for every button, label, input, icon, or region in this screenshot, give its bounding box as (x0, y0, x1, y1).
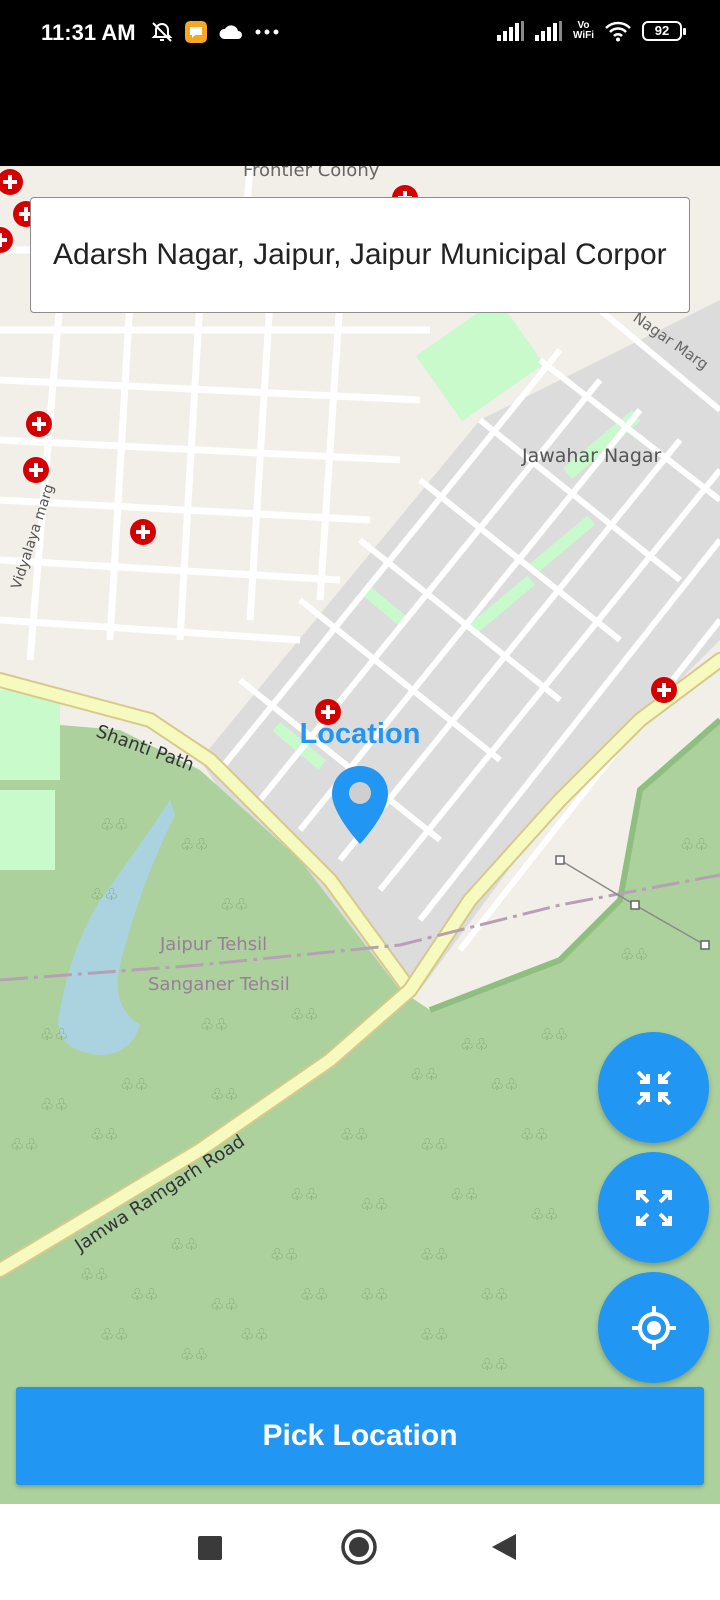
my-location-button[interactable] (598, 1272, 709, 1383)
svg-text:♧♧: ♧♧ (240, 1325, 269, 1344)
home-circle-icon[interactable] (340, 1528, 378, 1566)
svg-text:♧♧: ♧♧ (460, 1035, 489, 1054)
svg-text:♧♧: ♧♧ (220, 895, 249, 914)
battery-icon: 92 (642, 21, 686, 41)
svg-text:♧♧: ♧♧ (100, 1325, 129, 1344)
svg-text:♧♧: ♧♧ (680, 835, 709, 854)
map-label-frontier-colony: Frontier Colony (243, 166, 380, 181)
collapse-icon (636, 1070, 671, 1105)
map-label-jaipur-tehsil: Jaipur Tehsil (159, 934, 267, 955)
more-dots-icon (255, 29, 279, 35)
svg-text:♧♧: ♧♧ (40, 1095, 69, 1114)
svg-text:♧♧: ♧♧ (100, 815, 129, 834)
signal-icon (496, 21, 524, 41)
alarm-off-icon (151, 22, 173, 42)
svg-text:♧♧: ♧♧ (200, 1015, 229, 1034)
svg-text:♧♧: ♧♧ (80, 1265, 109, 1284)
message-notification-icon (185, 21, 207, 43)
svg-text:♧♧: ♧♧ (530, 1205, 559, 1224)
map-label-jawahar-nagar: Jawahar Nagar (521, 445, 662, 467)
map-pin-icon[interactable] (330, 764, 390, 846)
my-location-icon (631, 1305, 676, 1350)
svg-text:♧♧: ♧♧ (620, 945, 649, 964)
svg-text:♧♧: ♧♧ (180, 1345, 209, 1364)
svg-text:♧♧: ♧♧ (40, 1025, 69, 1044)
svg-text:♧♧: ♧♧ (180, 835, 209, 854)
svg-text:♧♧: ♧♧ (420, 1245, 449, 1264)
svg-text:♧♧: ♧♧ (210, 1295, 239, 1314)
svg-text:♧♧: ♧♧ (480, 1355, 509, 1374)
vowifi-line2: WiFi (572, 30, 594, 41)
status-time: 11:31 AM (41, 20, 136, 45)
svg-text:♧♧: ♧♧ (540, 1025, 569, 1044)
svg-text:♧♧: ♧♧ (410, 1065, 439, 1084)
search-input[interactable] (53, 198, 667, 312)
vowifi-icon: Vo WiFi (573, 21, 594, 41)
collapse-button[interactable] (598, 1032, 709, 1143)
status-icons-right: Vo WiFi 92 (496, 20, 686, 42)
search-box[interactable] (30, 197, 690, 313)
svg-text:♧♧: ♧♧ (290, 1005, 319, 1024)
svg-text:♧♧: ♧♧ (290, 1185, 319, 1204)
cloud-icon (219, 25, 242, 39)
svg-text:♧♧: ♧♧ (420, 1325, 449, 1344)
navigation-bar (0, 1504, 720, 1600)
expand-icon (635, 1189, 672, 1226)
status-icons-left (150, 20, 280, 44)
svg-text:♧♧: ♧♧ (170, 1235, 199, 1254)
marker-label: Location (299, 718, 421, 750)
svg-text:♧♧: ♧♧ (520, 1125, 549, 1144)
signal-icon (534, 21, 562, 41)
screen: 11:31 AM Vo WiFi 92 ♧♧ ♧♧ ♧♧ ♧♧ ♧♧ ♧♧ ♧♧… (0, 0, 720, 1600)
svg-text:♧♧: ♧♧ (90, 1125, 119, 1144)
expand-button[interactable] (598, 1152, 709, 1263)
svg-text:♧♧: ♧♧ (420, 1135, 449, 1154)
back-triangle-icon[interactable] (490, 1532, 518, 1562)
svg-text:♧♧: ♧♧ (210, 1085, 239, 1104)
pick-location-button[interactable]: Pick Location (16, 1387, 704, 1485)
svg-text:♧♧: ♧♧ (480, 1285, 509, 1304)
svg-text:♧♧: ♧♧ (360, 1195, 389, 1214)
svg-text:♧♧: ♧♧ (130, 1285, 159, 1304)
status-bar: 11:31 AM Vo WiFi 92 (0, 0, 720, 70)
svg-text:♧♧: ♧♧ (360, 1285, 389, 1304)
svg-text:♧♧: ♧♧ (300, 1285, 329, 1304)
svg-text:♧♧: ♧♧ (450, 1185, 479, 1204)
svg-text:♧♧: ♧♧ (120, 1075, 149, 1094)
svg-text:♧♧: ♧♧ (270, 1245, 299, 1264)
svg-text:♧♧: ♧♧ (490, 1075, 519, 1094)
svg-text:♧♧: ♧♧ (10, 1135, 39, 1154)
wifi-icon (605, 21, 631, 42)
recents-square-icon[interactable] (196, 1534, 224, 1562)
svg-text:♧♧: ♧♧ (90, 885, 119, 904)
svg-text:♧♧: ♧♧ (340, 1125, 369, 1144)
map-label-sanganer-tehsil: Sanganer Tehsil (148, 974, 290, 995)
